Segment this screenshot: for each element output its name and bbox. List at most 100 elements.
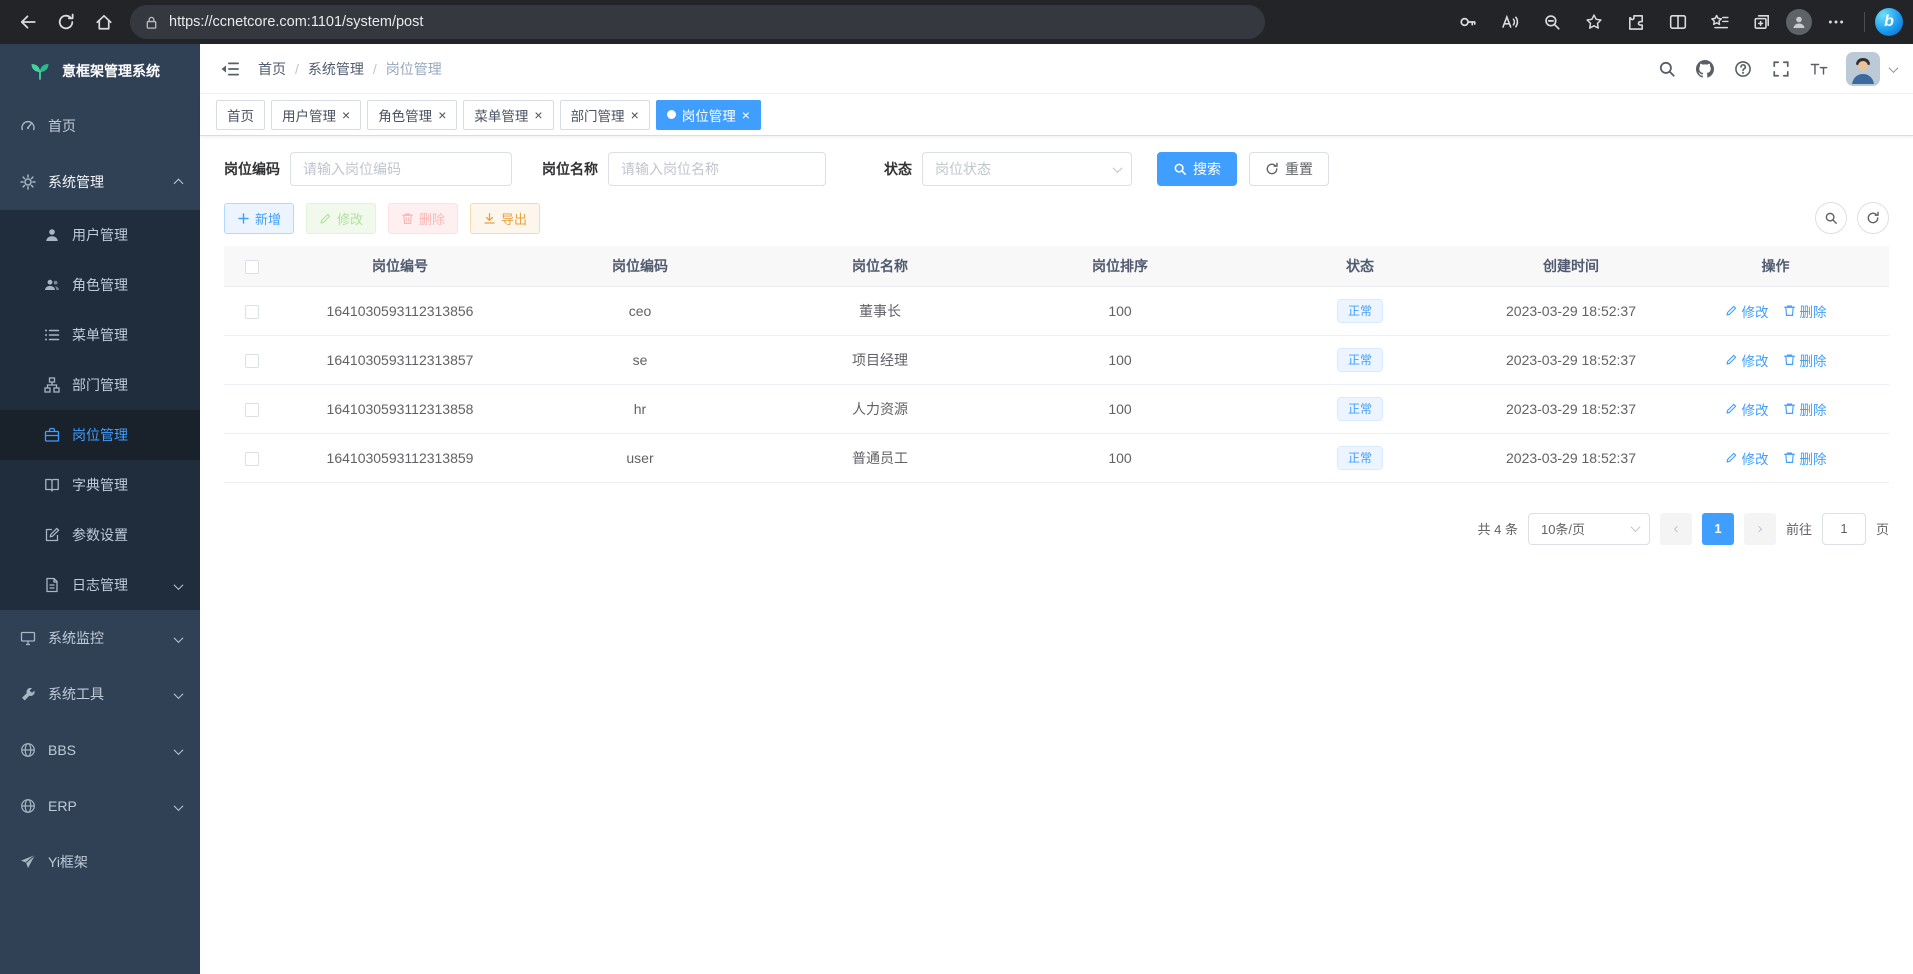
search-button[interactable]: 搜索 bbox=[1157, 152, 1237, 186]
trash-icon bbox=[1783, 451, 1796, 464]
next-page-button[interactable]: › bbox=[1744, 513, 1776, 545]
breadcrumb-system-mgmt[interactable]: 系统管理 bbox=[308, 59, 364, 79]
sidebar-item-bbs[interactable]: BBS bbox=[0, 722, 200, 778]
tab-label: 用户管理 bbox=[282, 105, 336, 125]
page-number-1[interactable]: 1 bbox=[1702, 513, 1734, 545]
row-delete-link[interactable]: 删除 bbox=[1783, 350, 1827, 370]
profile-avatar[interactable] bbox=[1786, 9, 1812, 35]
goto-page-input[interactable] bbox=[1822, 513, 1866, 545]
search-icon[interactable] bbox=[1656, 58, 1678, 80]
breadcrumb-home[interactable]: 首页 bbox=[258, 59, 286, 79]
favorites-icon[interactable] bbox=[1576, 4, 1612, 40]
fullscreen-icon[interactable] bbox=[1770, 58, 1792, 80]
export-button[interactable]: 导出 bbox=[470, 203, 540, 234]
close-icon[interactable]: × bbox=[631, 108, 639, 122]
sidebar-toggle-icon[interactable] bbox=[216, 55, 244, 83]
row-edit-link[interactable]: 修改 bbox=[1725, 301, 1769, 321]
user-avatar[interactable] bbox=[1846, 52, 1880, 86]
row-delete-link[interactable]: 删除 bbox=[1783, 448, 1827, 468]
row-edit-link[interactable]: 修改 bbox=[1725, 350, 1769, 370]
tab-post-mgmt[interactable]: 岗位管理 × bbox=[656, 100, 761, 130]
plus-icon bbox=[237, 212, 250, 225]
tab-dept-mgmt[interactable]: 部门管理 × bbox=[560, 100, 650, 130]
read-aloud-icon[interactable] bbox=[1492, 4, 1528, 40]
cell-created-time: 2023-03-29 18:52:37 bbox=[1480, 335, 1662, 384]
sidebar-item-system-mgmt[interactable]: 系统管理 bbox=[0, 154, 200, 210]
back-icon[interactable] bbox=[10, 4, 46, 40]
sidebar-item-system-monitor[interactable]: 系统监控 bbox=[0, 610, 200, 666]
more-icon[interactable] bbox=[1818, 4, 1854, 40]
sidebar-item-home[interactable]: 首页 bbox=[0, 98, 200, 154]
toggle-search-button[interactable] bbox=[1815, 202, 1847, 234]
post-name-input[interactable] bbox=[608, 152, 826, 186]
column-header: 岗位编号 bbox=[280, 246, 520, 286]
close-icon[interactable]: × bbox=[438, 108, 446, 122]
app-logo[interactable]: 意框架管理系统 bbox=[0, 44, 200, 98]
row-checkbox[interactable] bbox=[245, 305, 259, 319]
sidebar-item-dept-mgmt[interactable]: 部门管理 bbox=[0, 360, 200, 410]
sidebar-item-label: ERP bbox=[48, 798, 77, 814]
sidebar-item-role-mgmt[interactable]: 角色管理 bbox=[0, 260, 200, 310]
sidebar-item-dict-mgmt[interactable]: 字典管理 bbox=[0, 460, 200, 510]
home-icon[interactable] bbox=[86, 4, 122, 40]
row-edit-link[interactable]: 修改 bbox=[1725, 399, 1769, 419]
post-code-label: 岗位编码 bbox=[224, 159, 280, 179]
tab-role-mgmt[interactable]: 角色管理 × bbox=[367, 100, 457, 130]
trash-icon bbox=[401, 212, 414, 225]
page-size-select[interactable]: 10条/页 bbox=[1528, 513, 1650, 545]
sidebar-item-erp[interactable]: ERP bbox=[0, 778, 200, 834]
row-delete-link[interactable]: 删除 bbox=[1783, 301, 1827, 321]
status-select[interactable]: 岗位状态 bbox=[922, 152, 1132, 186]
tab-label: 角色管理 bbox=[378, 105, 432, 125]
sidebar-item-param-settings[interactable]: 参数设置 bbox=[0, 510, 200, 560]
pencil-icon bbox=[1725, 402, 1738, 415]
row-checkbox[interactable] bbox=[245, 354, 259, 368]
tab-home[interactable]: 首页 bbox=[216, 100, 265, 130]
post-name-label: 岗位名称 bbox=[542, 159, 598, 179]
collections-icon[interactable] bbox=[1744, 4, 1780, 40]
key-icon[interactable] bbox=[1450, 4, 1486, 40]
bing-icon[interactable]: b bbox=[1875, 8, 1903, 36]
close-icon[interactable]: × bbox=[742, 108, 750, 122]
sidebar-item-label: 系统监控 bbox=[48, 628, 104, 648]
refresh-table-button[interactable] bbox=[1857, 202, 1889, 234]
tab-user-mgmt[interactable]: 用户管理 × bbox=[271, 100, 361, 130]
add-button[interactable]: 新增 bbox=[224, 203, 294, 234]
send-icon bbox=[20, 854, 36, 870]
tab-menu-mgmt[interactable]: 菜单管理 × bbox=[463, 100, 553, 130]
help-icon[interactable] bbox=[1732, 58, 1754, 80]
split-screen-icon[interactable] bbox=[1660, 4, 1696, 40]
row-checkbox[interactable] bbox=[245, 452, 259, 466]
reset-button[interactable]: 重置 bbox=[1249, 152, 1329, 186]
close-icon[interactable]: × bbox=[534, 108, 542, 122]
sidebar-item-system-tools[interactable]: 系统工具 bbox=[0, 666, 200, 722]
caret-down-icon[interactable] bbox=[1890, 60, 1897, 78]
delete-button[interactable]: 删除 bbox=[388, 203, 458, 234]
sidebar-item-menu-mgmt[interactable]: 菜单管理 bbox=[0, 310, 200, 360]
text-size-icon[interactable] bbox=[1808, 58, 1830, 80]
prev-page-button[interactable]: ‹ bbox=[1660, 513, 1692, 545]
lock-icon bbox=[144, 15, 159, 30]
page-unit-label: 页 bbox=[1876, 519, 1889, 538]
edit-button[interactable]: 修改 bbox=[306, 203, 376, 234]
search-icon bbox=[1824, 211, 1838, 225]
select-all-checkbox[interactable] bbox=[245, 260, 259, 274]
refresh-icon[interactable] bbox=[48, 4, 84, 40]
row-checkbox[interactable] bbox=[245, 403, 259, 417]
sidebar-item-yi-framework[interactable]: Yi框架 bbox=[0, 834, 200, 890]
zoom-icon[interactable] bbox=[1534, 4, 1570, 40]
github-icon[interactable] bbox=[1694, 58, 1716, 80]
book-icon bbox=[44, 477, 60, 493]
total-count: 共 4 条 bbox=[1478, 519, 1518, 538]
sidebar-item-post-mgmt[interactable]: 岗位管理 bbox=[0, 410, 200, 460]
sidebar-item-user-mgmt[interactable]: 用户管理 bbox=[0, 210, 200, 260]
sidebar-item-log-mgmt[interactable]: 日志管理 bbox=[0, 560, 200, 610]
favorites-bar-icon[interactable] bbox=[1702, 4, 1738, 40]
extensions-icon[interactable] bbox=[1618, 4, 1654, 40]
close-icon[interactable]: × bbox=[342, 108, 350, 122]
sidebar-item-label: 参数设置 bbox=[72, 525, 128, 545]
address-bar[interactable]: https://ccnetcore.com:1101/system/post bbox=[130, 5, 1265, 39]
row-edit-link[interactable]: 修改 bbox=[1725, 448, 1769, 468]
row-delete-link[interactable]: 删除 bbox=[1783, 399, 1827, 419]
post-code-input[interactable] bbox=[290, 152, 512, 186]
